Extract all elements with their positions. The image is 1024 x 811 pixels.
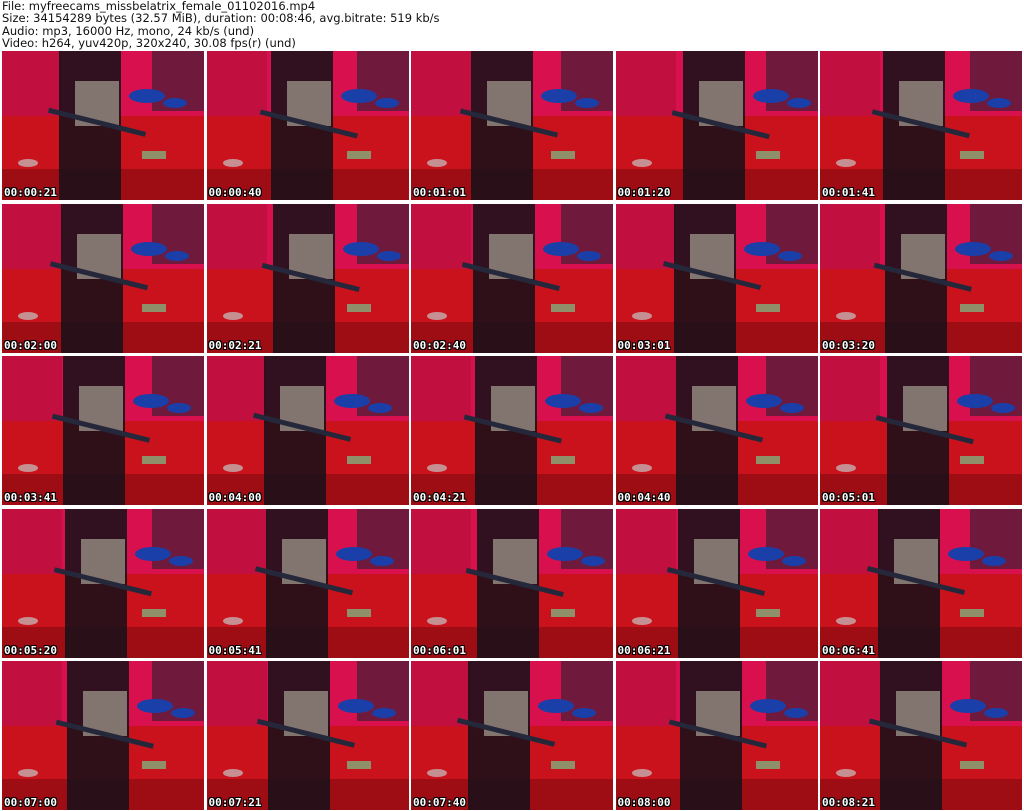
video-thumbnail[interactable]: 00:03:20	[820, 203, 1022, 353]
video-thumbnail[interactable]: 00:07:00	[2, 661, 204, 810]
thumbnail-scene	[411, 508, 613, 658]
timestamp-label: 00:04:21	[413, 491, 466, 504]
timestamp-label: 00:01:20	[617, 186, 671, 199]
timestamp-label: 00:08:00	[617, 796, 671, 809]
video-thumbnail[interactable]: 00:04:00	[206, 356, 409, 505]
thumbnail-scene	[2, 508, 204, 658]
thumbnail-scene	[411, 661, 613, 810]
video-thumbnail[interactable]: 00:01:01	[411, 51, 613, 200]
thumbnail-scene	[820, 356, 1022, 505]
thumbnail-scene	[615, 508, 818, 658]
video-thumbnail[interactable]: 00:02:21	[206, 203, 409, 353]
timestamp-label: 00:02:21	[208, 338, 262, 352]
timestamp-label: 00:04:40	[617, 491, 671, 504]
thumbnail-scene	[2, 661, 204, 810]
video-thumbnail[interactable]: 00:05:41	[206, 508, 409, 658]
video-thumbnail[interactable]: 00:05:20	[2, 508, 204, 658]
video-thumbnail[interactable]: 00:01:41	[820, 51, 1022, 200]
file-size-line: Size: 34154289 bytes (32.57 MiB), durati…	[2, 11, 440, 26]
video-thumbnail[interactable]: 00:00:40	[206, 51, 409, 200]
thumbnail-scene	[206, 356, 409, 505]
timestamp-label: 00:04:00	[208, 491, 262, 504]
timestamp-label: 00:07:21	[208, 796, 262, 809]
timestamp-label: 00:06:41	[822, 643, 875, 657]
timestamp-label: 00:07:00	[4, 796, 57, 809]
thumbnail-scene	[2, 51, 204, 200]
thumbnail-scene	[2, 356, 204, 505]
media-info-header: File: myfreecams_missbelatrix_female_011…	[2, 0, 1020, 50]
timestamp-label: 00:02:00	[4, 338, 57, 352]
video-thumbnail[interactable]: 00:06:21	[615, 508, 818, 658]
thumbnail-scene	[615, 661, 818, 810]
thumbnail-scene	[615, 203, 818, 353]
timestamp-label: 00:02:40	[413, 338, 466, 352]
thumbnail-scene	[820, 661, 1022, 810]
timestamp-label: 00:06:21	[617, 643, 671, 657]
thumbnail-scene	[411, 51, 613, 200]
thumbnail-scene	[820, 51, 1022, 200]
timestamp-label: 00:00:21	[4, 186, 57, 199]
thumbnail-scene	[820, 203, 1022, 353]
thumbnail-grid: 00:00:21 00:00:40 00:01:01 00:01:20 00:0…	[2, 51, 1022, 810]
video-thumbnail[interactable]: 00:07:21	[206, 661, 409, 810]
timestamp-label: 00:01:41	[822, 186, 875, 199]
thumbnail-scene	[206, 508, 409, 658]
thumbnail-scene	[206, 51, 409, 200]
video-thumbnail[interactable]: 00:02:00	[2, 203, 204, 353]
thumbnail-scene	[411, 356, 613, 505]
timestamp-label: 00:01:01	[413, 186, 466, 199]
video-thumbnail[interactable]: 00:04:40	[615, 356, 818, 505]
timestamp-label: 00:08:21	[822, 796, 875, 809]
video-thumbnail[interactable]: 00:06:41	[820, 508, 1022, 658]
timestamp-label: 00:00:40	[208, 186, 262, 199]
timestamp-label: 00:05:20	[4, 643, 57, 657]
video-thumbnail[interactable]: 00:02:40	[411, 203, 613, 353]
video-thumbnail[interactable]: 00:03:01	[615, 203, 818, 353]
thumbnail-scene	[411, 203, 613, 353]
video-thumbnail[interactable]: 00:08:21	[820, 661, 1022, 810]
timestamp-label: 00:05:41	[208, 643, 262, 657]
video-thumbnail[interactable]: 00:03:41	[2, 356, 204, 505]
thumbnail-scene	[206, 661, 409, 810]
timestamp-label: 00:03:01	[617, 338, 671, 352]
thumbnail-scene	[820, 508, 1022, 658]
video-thumbnail[interactable]: 00:06:01	[411, 508, 613, 658]
video-info-line: Video: h264, yuv420p, 320x240, 30.08 fps…	[2, 36, 296, 51]
thumbnail-scene	[615, 51, 818, 200]
video-thumbnail[interactable]: 00:00:21	[2, 51, 204, 200]
thumbnail-scene	[2, 203, 204, 353]
timestamp-label: 00:05:01	[822, 491, 875, 504]
timestamp-label: 00:03:20	[822, 338, 875, 352]
timestamp-label: 00:06:01	[413, 643, 466, 657]
video-thumbnail[interactable]: 00:08:00	[615, 661, 818, 810]
video-thumbnail[interactable]: 00:07:40	[411, 661, 613, 810]
video-thumbnail[interactable]: 00:05:01	[820, 356, 1022, 505]
thumbnail-scene	[615, 356, 818, 505]
thumbnail-scene	[206, 203, 409, 353]
timestamp-label: 00:03:41	[4, 491, 57, 504]
timestamp-label: 00:07:40	[413, 796, 466, 809]
video-thumbnail[interactable]: 00:01:20	[615, 51, 818, 200]
video-thumbnail[interactable]: 00:04:21	[411, 356, 613, 505]
